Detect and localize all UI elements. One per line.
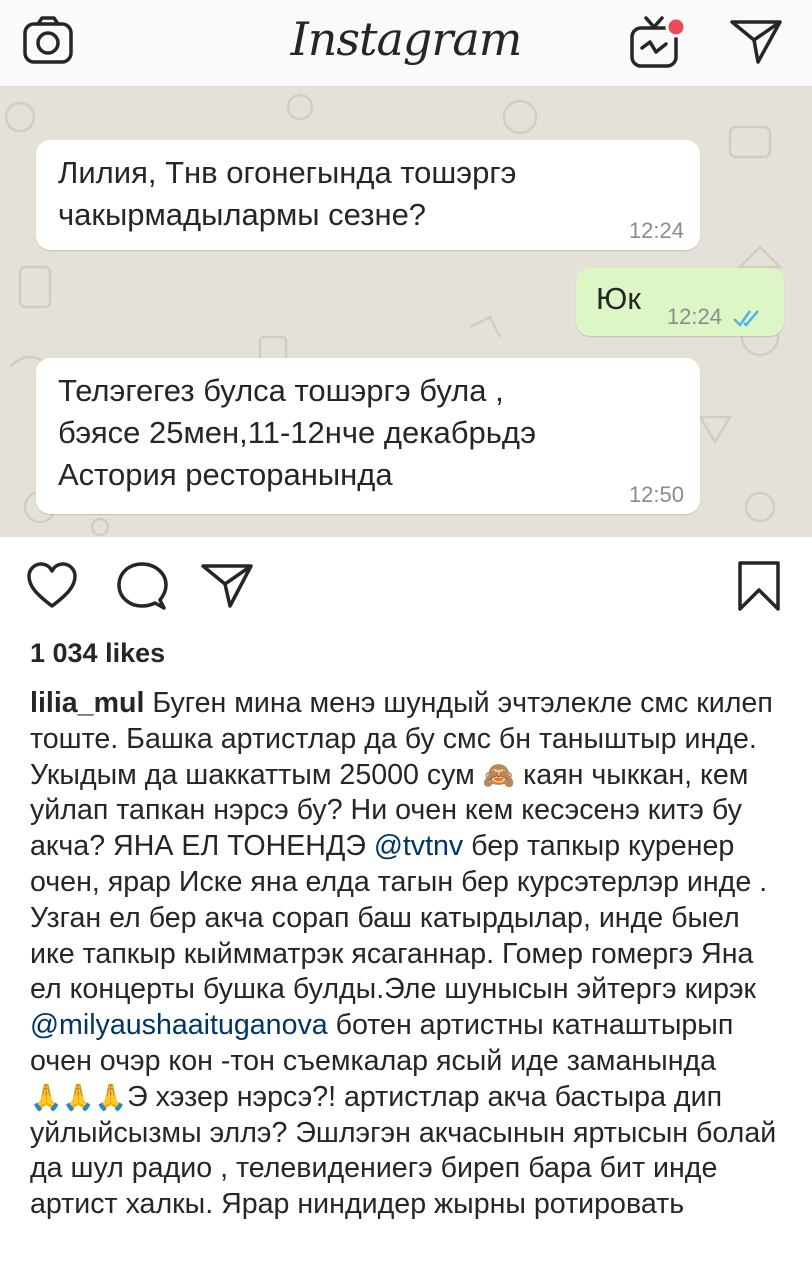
message-timestamp: 12:50	[628, 482, 684, 507]
message-timestamp: 12:24	[628, 218, 684, 243]
likes-count[interactable]: 1 034 likes	[30, 638, 165, 669]
mention-link-tvtnv[interactable]: @tvtnv	[374, 830, 463, 862]
like-heart-icon[interactable]	[26, 562, 78, 610]
share-icon[interactable]	[200, 562, 254, 610]
direct-message-icon[interactable]	[728, 16, 784, 66]
post-action-bar	[0, 552, 812, 624]
mention-link-milyaushaaituganova[interactable]: @milyaushaaituganova	[30, 1009, 328, 1041]
folded-hands-emoji: 🙏🙏🙏	[30, 1081, 128, 1112]
message-timestamp: 12:24	[666, 304, 722, 329]
message-line: Телэгегез булса тошэргэ була ,	[58, 373, 504, 408]
message-line: бэясе 25мен,11-12нче декабрьдэ	[58, 415, 537, 450]
message-line: чакырмадылармы сезне?	[58, 197, 427, 232]
igtv-icon[interactable]	[628, 14, 690, 70]
comment-icon[interactable]	[116, 562, 168, 612]
double-check-read-icon	[733, 310, 759, 327]
message-line: Астория ресторанында	[58, 457, 393, 492]
caption-username[interactable]: lilia_mul	[30, 687, 144, 719]
instagram-top-bar: Instagram	[0, 0, 812, 87]
chat-message-incoming-2: Телэгегез булса тошэргэ була , бэясе 25м…	[36, 358, 700, 514]
bookmark-icon[interactable]	[736, 560, 782, 612]
caption-text: Э хэзер нэрсэ?! артистлар акча бастыра д…	[30, 1080, 777, 1221]
see-no-evil-monkey-emoji: 🙈	[482, 759, 516, 790]
post-caption: lilia_mul Буген мина менэ шундый эчтэлек…	[30, 686, 790, 1223]
instagram-logo[interactable]: Instagram	[0, 12, 812, 66]
message-line: Лилия, Тнв огонегында тошэргэ	[58, 155, 517, 190]
post-image-chat-screenshot[interactable]: Лилия, Тнв огонегында тошэргэ чакырмадыл…	[0, 87, 812, 537]
chat-message-incoming-1: Лилия, Тнв огонегында тошэргэ чакырмадыл…	[36, 140, 700, 250]
chat-message-outgoing: Юк 12:24	[576, 268, 784, 336]
